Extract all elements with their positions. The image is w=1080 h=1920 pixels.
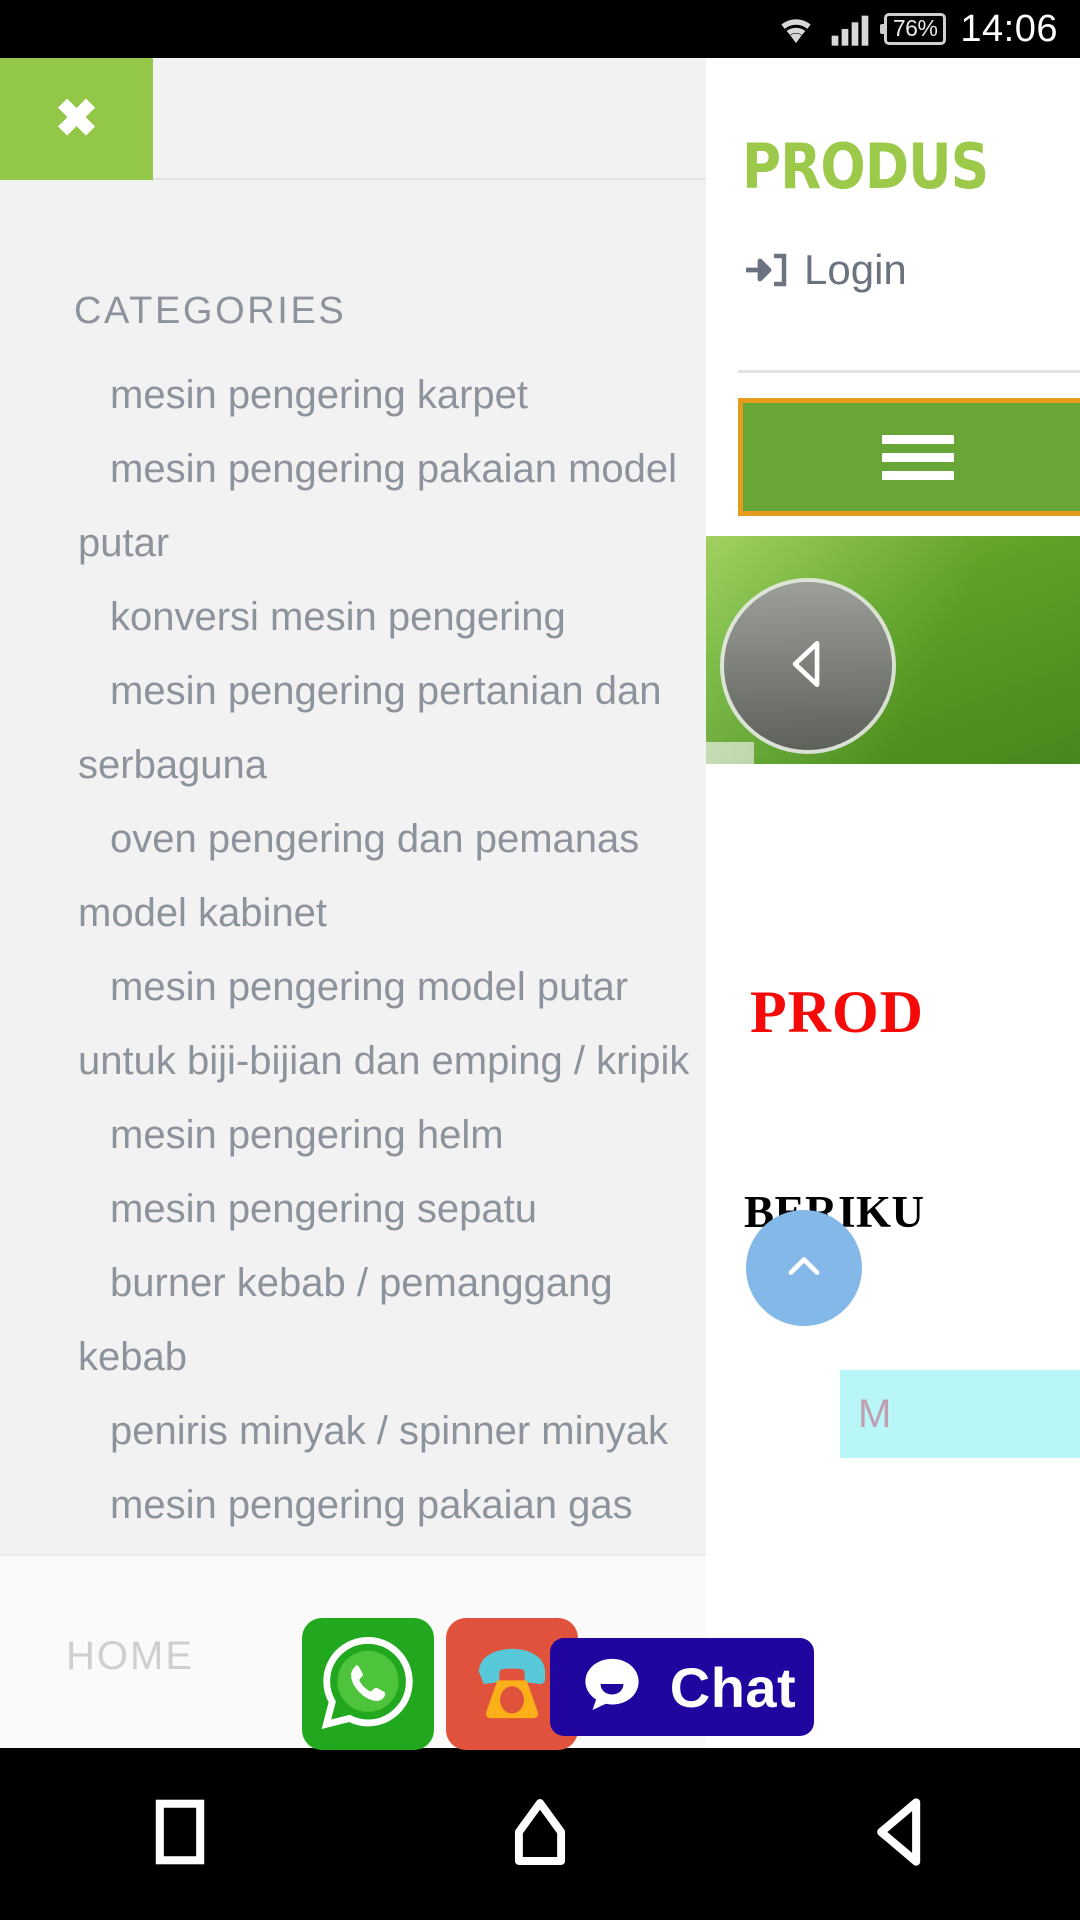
scroll-to-top-button[interactable] xyxy=(746,1210,862,1326)
login-link[interactable]: Login xyxy=(744,246,907,294)
back-triangle-icon xyxy=(872,1797,928,1872)
close-icon: ✖ xyxy=(54,90,99,148)
list-item[interactable]: burner kebab / pemanggang kebab xyxy=(0,1246,706,1394)
menu-toggle-button[interactable] xyxy=(738,398,1080,516)
categories-drawer: ✖ CATEGORIES mesin pengering karpet mesi… xyxy=(0,58,706,1748)
battery-percent: 76% xyxy=(892,15,938,41)
floating-action-buttons: Chat xyxy=(0,1600,1080,1770)
login-label: Login xyxy=(804,246,907,293)
recents-square-icon xyxy=(152,1797,208,1872)
chevron-up-icon xyxy=(778,1240,830,1297)
list-item[interactable]: mesin pengering karpet xyxy=(0,358,706,432)
list-item[interactable]: mesin pengering sepatu xyxy=(0,1172,706,1246)
home-button[interactable] xyxy=(480,1774,600,1894)
recents-button[interactable] xyxy=(120,1774,240,1894)
whatsapp-icon xyxy=(316,1630,420,1739)
wifi-icon xyxy=(776,12,816,46)
hero-carousel[interactable] xyxy=(706,536,1080,764)
categories-list: mesin pengering karpet mesin pengering p… xyxy=(0,358,706,1616)
whatsapp-button[interactable] xyxy=(302,1618,434,1750)
home-icon xyxy=(511,1797,569,1872)
prev-arrow-icon xyxy=(777,633,839,700)
chat-bubble-icon xyxy=(574,1647,650,1728)
cyan-badge: M xyxy=(840,1370,1080,1458)
site-brand-logo: PRODUS xyxy=(742,130,989,203)
list-item[interactable]: mesin pengering pertanian dan serbaguna xyxy=(0,654,706,802)
site-page: PRODUS Login PROD BERIKU M xyxy=(706,58,1080,1748)
chat-button[interactable]: Chat xyxy=(550,1638,814,1736)
status-bar-clock: 14:06 xyxy=(960,8,1058,50)
chat-button-label: Chat xyxy=(669,1655,797,1719)
drawer-close-button[interactable]: ✖ xyxy=(0,58,153,180)
drawer-header: ✖ xyxy=(0,58,706,180)
signal-bars-icon xyxy=(830,12,870,46)
list-item[interactable]: oven pengering dan pemanas model kabinet xyxy=(0,802,706,950)
list-item[interactable]: mesin pengering pakaian model putar xyxy=(0,432,706,580)
list-item[interactable]: mesin pengering helm xyxy=(0,1098,706,1172)
sign-in-icon xyxy=(744,250,788,290)
list-item[interactable]: konversi mesin pengering xyxy=(0,580,706,654)
back-button[interactable] xyxy=(840,1774,960,1894)
page-divider xyxy=(738,370,1080,373)
section-heading-red: PROD xyxy=(750,979,924,1045)
battery-icon: 76% xyxy=(879,13,947,45)
list-item[interactable]: mesin pengering model putar untuk biji-b… xyxy=(0,950,706,1098)
carousel-prev-button[interactable] xyxy=(720,578,896,754)
categories-heading: CATEGORIES xyxy=(74,290,347,332)
status-bar: 76% 14:06 xyxy=(0,0,1080,58)
hamburger-icon xyxy=(882,426,954,489)
list-item[interactable]: peniris minyak / spinner minyak xyxy=(0,1394,706,1468)
phone-screen: 76% 14:06 PRODUS Login PROD BERIKU M ✖ C… xyxy=(0,0,1080,1920)
cyan-badge-text: M xyxy=(858,1391,892,1436)
android-nav-bar xyxy=(0,1748,1080,1920)
